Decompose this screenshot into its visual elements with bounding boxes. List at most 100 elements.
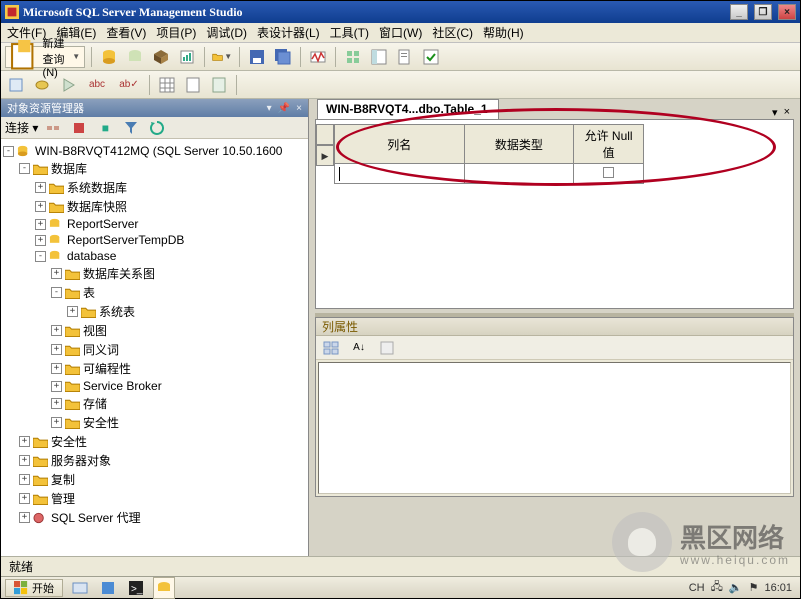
expander-icon[interactable]: + [35, 182, 46, 193]
toolbar-cube-icon[interactable] [150, 46, 172, 68]
abc-check-icon[interactable]: ab✓ [115, 74, 143, 96]
tree-item-label[interactable]: ReportServerTempDB [67, 233, 184, 247]
open-file-icon[interactable]: ▼ [211, 46, 233, 68]
tree-item-label[interactable]: 同义词 [83, 341, 119, 358]
expander-icon[interactable]: + [51, 344, 62, 355]
template-explorer-icon[interactable] [394, 46, 416, 68]
tree-item-label[interactable]: ReportServer [67, 217, 138, 231]
tree-item-label[interactable]: 数据库快照 [67, 198, 127, 215]
expander-icon[interactable]: + [19, 455, 30, 466]
pin-icon[interactable]: 📌 [278, 103, 290, 114]
disconnect-icon[interactable] [42, 117, 64, 139]
expander-icon[interactable]: + [67, 306, 78, 317]
grid-results-icon[interactable] [156, 74, 178, 96]
refresh2-icon[interactable] [146, 117, 168, 139]
activity-monitor-icon[interactable] [307, 46, 329, 68]
cell-data-type[interactable] [464, 164, 574, 184]
categorized-icon[interactable] [320, 337, 342, 359]
toolbar-report-icon[interactable] [176, 46, 198, 68]
expander-icon[interactable]: - [19, 163, 30, 174]
execute-icon[interactable] [57, 74, 79, 96]
tree-item-label[interactable]: 系统表 [99, 303, 135, 320]
change-connection-icon[interactable] [31, 74, 53, 96]
taskbar-ssms-icon[interactable] [153, 577, 175, 599]
tab-close-icon[interactable]: × [784, 106, 790, 119]
expander-icon[interactable]: + [51, 363, 62, 374]
expander-icon[interactable]: + [19, 436, 30, 447]
tree-item-label[interactable]: 数据库关系图 [83, 265, 155, 282]
toolbar-db-icon[interactable] [98, 46, 120, 68]
object-explorer-toggle-icon[interactable] [368, 46, 390, 68]
col-header-name[interactable]: 列名 [335, 125, 465, 164]
parse-icon[interactable] [5, 74, 27, 96]
property-pages-icon[interactable] [376, 337, 398, 359]
menu-help[interactable]: 帮助(H) [483, 24, 524, 41]
expander-icon[interactable]: + [51, 325, 62, 336]
abc-icon[interactable]: abc [83, 74, 111, 96]
menu-debug[interactable]: 调试(D) [206, 24, 247, 41]
filter-icon[interactable] [120, 117, 142, 139]
close-button[interactable]: × [778, 4, 796, 20]
connect-dropdown[interactable]: 连接 ▾ [5, 119, 38, 136]
ime-indicator[interactable]: CH [689, 582, 705, 594]
expander-icon[interactable]: - [35, 251, 46, 262]
cell-allow-null[interactable] [574, 164, 644, 184]
tab-dropdown-icon[interactable]: ▾ [772, 106, 778, 119]
menu-table-designer[interactable]: 表设计器(L) [257, 24, 320, 41]
tree-databases-label[interactable]: 数据库 [51, 160, 87, 177]
tree-item-label[interactable]: 存储 [83, 395, 107, 412]
document-tab[interactable]: WIN-B8RVQT4...dbo.Table_1 [317, 99, 499, 119]
tree-item-label[interactable]: 安全性 [51, 433, 87, 450]
col-header-null[interactable]: 允许 Null 值 [574, 125, 644, 164]
toolbar-db-2-icon[interactable] [124, 46, 146, 68]
expander-icon[interactable]: + [35, 235, 46, 246]
expander-icon[interactable]: - [51, 287, 62, 298]
menu-view[interactable]: 查看(V) [106, 24, 146, 41]
tree-item-label[interactable]: 安全性 [83, 414, 119, 431]
start-button[interactable]: 开始 [5, 579, 63, 597]
tree-item-label[interactable]: Service Broker [83, 379, 162, 393]
column-properties-body[interactable] [318, 362, 791, 494]
taskbar-server-manager-icon[interactable] [97, 577, 119, 599]
expander-icon[interactable]: + [19, 512, 30, 523]
pane-close-icon[interactable]: × [296, 103, 302, 114]
columns-grid-new-row[interactable] [335, 164, 644, 184]
menu-window[interactable]: 窗口(W) [379, 24, 422, 41]
stop-icon[interactable] [68, 117, 90, 139]
tree-item-label[interactable]: database [67, 249, 116, 263]
tree-item-label[interactable]: 视图 [83, 322, 107, 339]
tree-root-label[interactable]: WIN-B8RVQT412MQ (SQL Server 10.50.1600 [35, 144, 282, 158]
save-icon[interactable] [246, 46, 268, 68]
tray-clock[interactable]: 16:01 [764, 582, 792, 594]
menu-project[interactable]: 项目(P) [156, 24, 196, 41]
tree-item-label[interactable]: 可编程性 [83, 360, 131, 377]
properties-window-icon[interactable] [420, 46, 442, 68]
tree-item-label[interactable]: 管理 [51, 490, 75, 507]
alphabetical-icon[interactable]: A↓ [348, 337, 370, 359]
menu-file[interactable]: 文件(F) [7, 24, 46, 41]
tree-item-label[interactable]: SQL Server 代理 [51, 509, 141, 526]
expander-icon[interactable]: - [3, 146, 14, 157]
expander-icon[interactable]: + [51, 398, 62, 409]
minimize-button[interactable]: _ [730, 4, 748, 20]
menu-tools[interactable]: 工具(T) [330, 24, 369, 41]
expander-icon[interactable]: + [19, 493, 30, 504]
new-query-button[interactable]: 新建查询(N) ▼ [5, 46, 85, 68]
expander-icon[interactable]: + [51, 381, 62, 392]
tray-sound-icon[interactable]: 🔈 [729, 581, 743, 594]
cell-column-name[interactable] [335, 164, 465, 184]
taskbar-explorer-icon[interactable] [69, 577, 91, 599]
menu-community[interactable]: 社区(C) [432, 24, 473, 41]
refresh-icon[interactable]: ■ [94, 117, 116, 139]
expander-icon[interactable]: + [19, 474, 30, 485]
autohide-pin-icon[interactable]: ▾ [267, 103, 272, 114]
tray-flag-icon[interactable]: ⚑ [749, 581, 759, 594]
columns-grid[interactable]: 列名 数据类型 允许 Null 值 [334, 124, 644, 184]
tree-item-label[interactable]: 表 [83, 284, 95, 301]
expander-icon[interactable]: + [51, 417, 62, 428]
expander-icon[interactable]: + [35, 219, 46, 230]
save-all-icon[interactable] [272, 46, 294, 68]
tray-network-icon[interactable]: 🖧 [711, 578, 723, 597]
taskbar-cmd-icon[interactable]: >_ [125, 577, 147, 599]
tree-item-label[interactable]: 复制 [51, 471, 75, 488]
